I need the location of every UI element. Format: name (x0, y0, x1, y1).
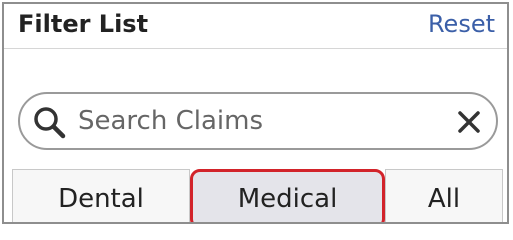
tab-medical[interactable]: Medical (190, 169, 385, 222)
filter-header: Filter List Reset (4, 4, 507, 49)
search-box[interactable] (18, 92, 498, 150)
tab-dental[interactable]: Dental (12, 169, 190, 222)
filter-title: Filter List (18, 10, 149, 38)
search-icon (34, 107, 66, 139)
tab-all[interactable]: All (385, 169, 503, 222)
claim-type-tabs: Dental Medical All (12, 169, 503, 222)
close-icon[interactable] (456, 109, 482, 135)
filter-panel: Filter List Reset Dental Medical All (2, 2, 509, 224)
reset-link[interactable]: Reset (428, 10, 495, 38)
search-input[interactable] (78, 102, 448, 140)
